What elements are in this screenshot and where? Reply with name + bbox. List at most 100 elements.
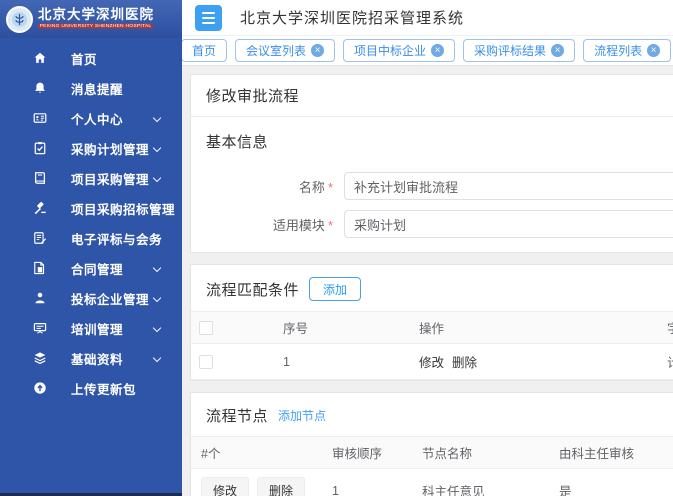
sidebar-item-e-evaluation[interactable]: 电子评标与会务 (0, 223, 182, 253)
dept-review-column-header: 由科主任审核 (551, 437, 673, 469)
add-node-link[interactable]: 添加节点 (278, 407, 326, 424)
add-condition-button[interactable]: 添加 (309, 277, 361, 301)
sidebar-item-messages[interactable]: 消息提醒 (0, 73, 182, 103)
chevron-down-icon (153, 114, 161, 122)
chevron-down-icon (153, 264, 161, 272)
user-icon (32, 291, 47, 306)
bell-icon (32, 81, 47, 96)
select-all-header (191, 312, 275, 344)
sidebar-item-label: 项目采购管理 (71, 169, 149, 188)
chevron-down-icon (153, 324, 161, 332)
cloud-upload-icon (32, 381, 47, 396)
conditions-section-title: 流程匹配条件 (206, 279, 299, 300)
hospital-name-en: PEKING UNIVERSITY SHENZHEN HOSPITAL (38, 24, 153, 29)
id-card-icon (32, 111, 47, 126)
delete-link[interactable]: 删除 (452, 356, 477, 370)
sidebar-item-label: 上传更新包 (71, 379, 136, 398)
sidebar-item-upload-package[interactable]: 上传更新包 (0, 373, 182, 403)
tab-label: 首页 (192, 42, 216, 59)
sidebar-item-project-purchase[interactable]: 项目采购管理 (0, 163, 182, 193)
dept-review-cell: 是 (551, 469, 673, 496)
clipped-cell: 计 (659, 344, 673, 380)
tab-label: 流程列表 (594, 42, 642, 59)
close-icon[interactable]: × (431, 44, 444, 57)
delete-node-button[interactable]: 删除 (257, 477, 305, 496)
sidebar-menu: 首页 消息提醒 个人中心 采购计划管理 项目采购管理 项目采购招标管理 (0, 38, 182, 403)
hospital-name: 北京大学深圳医院 (38, 8, 178, 22)
chevron-down-icon (153, 144, 161, 152)
app-title: 北京大学深圳医院招采管理系统 (240, 7, 464, 28)
sidebar-item-label: 培训管理 (71, 319, 123, 338)
content-area: 修改审批流程 基本信息 名称* 适用模块* 流程匹配条件 添加 (182, 66, 673, 496)
home-icon (32, 51, 47, 66)
condition-row: 1 修改删除 计 (191, 344, 673, 380)
sidebar-item-label: 采购计划管理 (71, 139, 149, 158)
row-checkbox[interactable] (199, 355, 213, 369)
sidebar-item-label: 个人中心 (71, 109, 123, 128)
gavel-icon (32, 201, 47, 216)
select-all-checkbox[interactable] (199, 321, 213, 335)
node-row: 修改删除 1 科主任意见 是 (191, 469, 673, 496)
hamburger-menu-button[interactable] (195, 5, 222, 31)
hospital-logo-icon (6, 6, 33, 33)
module-select[interactable] (344, 210, 673, 238)
tab-evaluation-results[interactable]: 采购评标结果 × (463, 39, 575, 62)
tab-label: 项目中标企业 (354, 42, 426, 59)
sidebar-item-contract-management[interactable]: 合同管理 (0, 253, 182, 283)
seq-column-header: 序号 (275, 312, 411, 344)
hospital-logo-header: 北京大学深圳医院 PEKING UNIVERSITY SHENZHEN HOSP… (0, 0, 182, 38)
op-column-header: 操作 (411, 312, 659, 344)
sidebar-item-label: 消息提醒 (71, 79, 123, 98)
sidebar-item-purchase-plan[interactable]: 采购计划管理 (0, 133, 182, 163)
sidebar: 北京大学深圳医院 PEKING UNIVERSITY SHENZHEN HOSP… (0, 0, 182, 496)
sidebar-item-training-management[interactable]: 培训管理 (0, 313, 182, 343)
sidebar-item-label: 基础资料 (71, 349, 123, 368)
chevron-down-icon (153, 354, 161, 362)
clipboard-check-icon (32, 141, 47, 156)
required-marker: * (328, 180, 333, 195)
topbar: 北京大学深圳医院招采管理系统 (182, 0, 673, 36)
close-icon[interactable]: × (551, 44, 564, 57)
tab-meeting-room-list[interactable]: 会议室列表 × (235, 39, 335, 62)
sidebar-item-bidding-management[interactable]: 项目采购招标管理 (0, 193, 182, 223)
name-input[interactable] (344, 172, 673, 200)
document-edit-icon (32, 231, 47, 246)
sidebar-item-label: 首页 (71, 49, 97, 68)
close-icon[interactable]: × (311, 44, 324, 57)
conditions-panel: 流程匹配条件 添加 序号 操作 字 1 (190, 264, 673, 381)
close-icon[interactable]: × (647, 44, 660, 57)
tab-home[interactable]: 首页 (181, 39, 227, 62)
chevron-down-icon (153, 294, 161, 302)
book-icon (32, 171, 47, 186)
sidebar-item-bidder-enterprise[interactable]: 投标企业管理 (0, 283, 182, 313)
sidebar-item-home[interactable]: 首页 (0, 43, 182, 73)
order-column-header: 审核顺序 (324, 437, 414, 469)
sidebar-item-label: 投标企业管理 (71, 289, 149, 308)
sidebar-item-label: 电子评标与会务 (71, 229, 162, 248)
contract-icon (32, 261, 47, 276)
conditions-table: 序号 操作 字 1 修改删除 计 (191, 311, 673, 380)
module-field-label: 适用模块* (191, 215, 333, 234)
training-board-icon (32, 321, 47, 336)
clipped-column-header: 字 (659, 312, 673, 344)
nodes-table: #个 审核顺序 节点名称 由科主任审核 修改删除 1 科主任意见 是 (191, 436, 673, 496)
sidebar-item-label: 合同管理 (71, 259, 123, 278)
module-field-row: 适用模块* (191, 210, 673, 238)
chevron-down-icon (153, 174, 161, 182)
edit-node-button[interactable]: 修改 (201, 477, 249, 496)
tab-process-list[interactable]: 流程列表 × (583, 39, 671, 62)
edit-link[interactable]: 修改 (419, 356, 444, 370)
nodes-section-title: 流程节点 (206, 405, 268, 426)
sidebar-item-personal-center[interactable]: 个人中心 (0, 103, 182, 133)
sidebar-item-basic-data[interactable]: 基础资料 (0, 343, 182, 373)
layers-icon (32, 351, 47, 366)
basic-info-panel: 修改审批流程 基本信息 名称* 适用模块* (190, 74, 673, 253)
tab-label: 采购评标结果 (474, 42, 546, 59)
nodes-panel: 流程节点 添加节点 #个 审核顺序 节点名称 由科主任审核 (190, 392, 673, 496)
op-cell: 修改删除 (411, 344, 659, 380)
seq-cell: 1 (275, 344, 411, 380)
order-cell: 1 (324, 469, 414, 496)
node-name-column-header: 节点名称 (414, 437, 551, 469)
tab-winning-enterprises[interactable]: 项目中标企业 × (343, 39, 455, 62)
name-field-row: 名称* (191, 172, 673, 200)
